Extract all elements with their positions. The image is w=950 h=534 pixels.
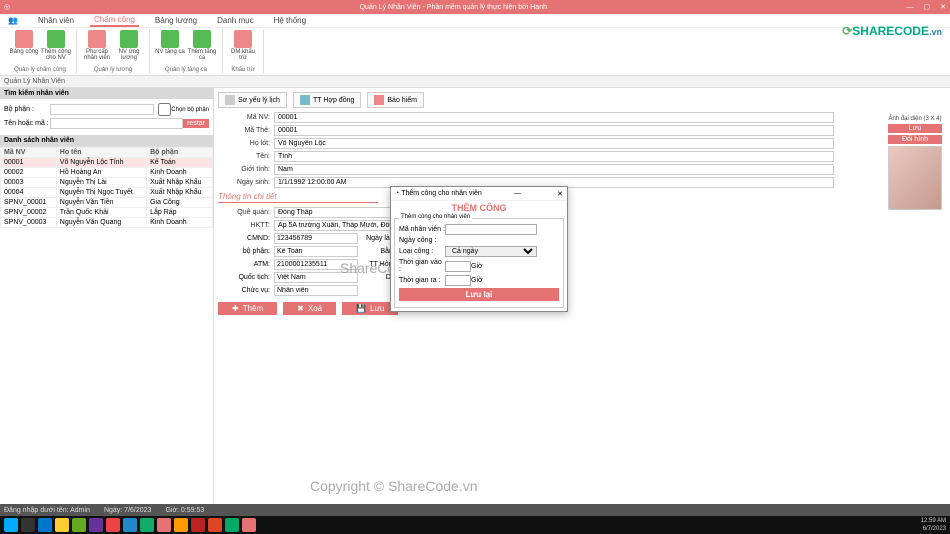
maximize-icon[interactable]: ▢ <box>924 3 931 11</box>
field-cmnd[interactable] <box>274 233 358 244</box>
dialog-title: Thêm công cho nhân viên <box>401 190 482 197</box>
task-icon[interactable] <box>208 518 222 532</box>
modal-empid-input[interactable] <box>445 224 537 235</box>
task-icon[interactable] <box>38 518 52 532</box>
dept-checkbox[interactable] <box>158 103 171 116</box>
system-tray[interactable]: 12:59 AM6/7/2023 <box>921 517 946 533</box>
add-button[interactable]: ✚ Thêm <box>218 302 277 315</box>
user-icon: 👥 <box>4 15 22 26</box>
menu-chamcong[interactable]: Chấm công <box>90 14 139 27</box>
table-row[interactable]: 00003Nguyễn Thị LàiXuất Nhập Khẩu <box>1 178 213 188</box>
ribbon-button[interactable]: Thêm công cho NV <box>41 30 71 61</box>
brand-logo: ⟳SHARECODE.vn <box>842 24 942 38</box>
ribbon-button[interactable]: NV ứng lương <box>114 30 144 61</box>
list-title: Danh sách nhân viên <box>0 135 213 146</box>
task-icon[interactable] <box>225 518 239 532</box>
left-panel: Tìm kiếm nhân viên Bộ phận : Chọn bộ phậ… <box>0 88 214 504</box>
field-ho_lot[interactable] <box>274 138 834 149</box>
profile-icon <box>225 95 235 105</box>
avatar <box>888 146 942 210</box>
task-icon[interactable] <box>174 518 188 532</box>
modal-timeout-input[interactable] <box>445 275 471 286</box>
ribbon-button[interactable]: DM khấu trừ <box>228 30 258 61</box>
modal-type-select[interactable]: Cả ngày <box>445 246 537 257</box>
close-icon[interactable]: ✕ <box>940 3 946 11</box>
field-ten[interactable] <box>274 151 834 162</box>
task-icon[interactable] <box>72 518 86 532</box>
ribbon-button[interactable]: Thêm tăng ca <box>187 30 217 61</box>
dept-label: Bộ phận : <box>4 106 50 113</box>
field-ma_the[interactable] <box>274 125 834 136</box>
menu-bangluong[interactable]: Bảng lương <box>151 15 201 26</box>
tab-profile[interactable]: Sơ yếu lý lịch <box>218 92 287 108</box>
table-row[interactable]: SPNV_00002Trần Quốc KhảiLắp Ráp <box>1 208 213 218</box>
taskbar[interactable]: 12:59 AM6/7/2023 <box>0 516 950 534</box>
task-icon[interactable] <box>55 518 69 532</box>
restart-button[interactable]: restar <box>183 119 209 128</box>
dialog-min-icon[interactable]: — <box>514 190 521 197</box>
field-chuc_vu[interactable] <box>274 285 358 296</box>
table-row[interactable]: SPNV_00003Nguyễn Văn QuangKinh Doanh <box>1 218 213 228</box>
tab-insurance[interactable]: Bảo hiểm <box>367 92 424 108</box>
ribbon-button[interactable]: Phụ cấp nhân viên <box>82 30 112 61</box>
start-icon[interactable] <box>4 518 18 532</box>
add-timekeeping-dialog: ◔ Thêm công cho nhân viên — ✕ THÊM CÔNG … <box>390 186 568 312</box>
contract-icon <box>300 95 310 105</box>
ribbon: Bảng côngThêm công cho NVQuản lý chấm cô… <box>0 28 950 76</box>
delete-button[interactable]: ✖ Xoá <box>283 302 336 315</box>
field-bo_phan[interactable] <box>274 246 358 257</box>
menu-hethong[interactable]: Hệ thống <box>270 15 310 26</box>
tab-contract[interactable]: TT Hợp đồng <box>293 92 361 108</box>
breadcrumb: Quản Lý Nhân Viên <box>0 76 950 88</box>
name-label: Tên hoặc mã : <box>4 120 50 127</box>
name-input[interactable] <box>50 118 183 129</box>
table-row[interactable]: SPNV_00001Nguyễn Văn TiềnGia Công <box>1 198 213 208</box>
ribbon-button[interactable]: NV tăng ca <box>155 30 185 61</box>
detail-panel: Sơ yếu lý lịch TT Hợp đồng Bảo hiểm Mã N… <box>214 88 950 504</box>
photo-save-button[interactable]: Lưu <box>888 124 942 133</box>
minimize-icon[interactable]: — <box>907 4 914 11</box>
dialog-icon: ◔ <box>395 190 399 197</box>
window-titlebar: ◎ Quản Lý Nhân Viên - Phần mềm quản lý t… <box>0 0 950 14</box>
task-icon[interactable] <box>140 518 154 532</box>
table-row[interactable]: 00001Võ Nguyễn Lộc TínhKế Toán <box>1 158 213 168</box>
window-title: Quản Lý Nhân Viên - Phần mềm quản lý thự… <box>10 4 896 11</box>
dialog-heading: THÊM CÔNG <box>391 201 567 215</box>
dept-input[interactable] <box>50 104 154 115</box>
field-ma_nv[interactable] <box>274 112 834 123</box>
photo-panel: Ảnh đại diện (3 X 4) Lưu Đổi hình <box>884 116 946 212</box>
task-icon[interactable] <box>191 518 205 532</box>
task-icon[interactable] <box>123 518 137 532</box>
modal-timein-input[interactable] <box>445 261 471 272</box>
ribbon-button[interactable]: Bảng công <box>9 30 39 61</box>
task-icon[interactable] <box>242 518 256 532</box>
task-icon[interactable] <box>106 518 120 532</box>
menu-danhmuc[interactable]: Danh mục <box>213 15 257 26</box>
employee-table[interactable]: Mã NV Họ tên Bộ phận 00001Võ Nguyễn Lộc … <box>0 146 213 228</box>
insurance-icon <box>374 95 384 105</box>
status-bar: Đăng nhập dưới tên: Admin Ngày: 7/6/2023… <box>0 504 950 516</box>
photo-change-button[interactable]: Đổi hình <box>888 135 942 144</box>
table-row[interactable]: 00002Hồ Hoàng AnKinh Doanh <box>1 168 213 178</box>
menu-nhanvien[interactable]: Nhân viên <box>34 15 78 26</box>
task-icon[interactable] <box>89 518 103 532</box>
task-icon[interactable] <box>21 518 35 532</box>
section-detail: Thông tin chi tiết <box>218 192 378 203</box>
field-atm[interactable] <box>274 259 358 270</box>
task-icon[interactable] <box>157 518 171 532</box>
menu-bar: 👥 Nhân viên Chấm công Bảng lương Danh mụ… <box>0 14 950 28</box>
dialog-close-icon[interactable]: ✕ <box>557 190 563 198</box>
modal-save-button[interactable]: Lưu lại <box>399 288 559 301</box>
search-title: Tìm kiếm nhân viên <box>0 88 213 99</box>
table-row[interactable]: 00004Nguyễn Thị Ngọc TuyếtXuất Nhập Khẩu <box>1 188 213 198</box>
field-gioi_tinh[interactable] <box>274 164 834 175</box>
field-quoc_tich[interactable] <box>274 272 358 283</box>
